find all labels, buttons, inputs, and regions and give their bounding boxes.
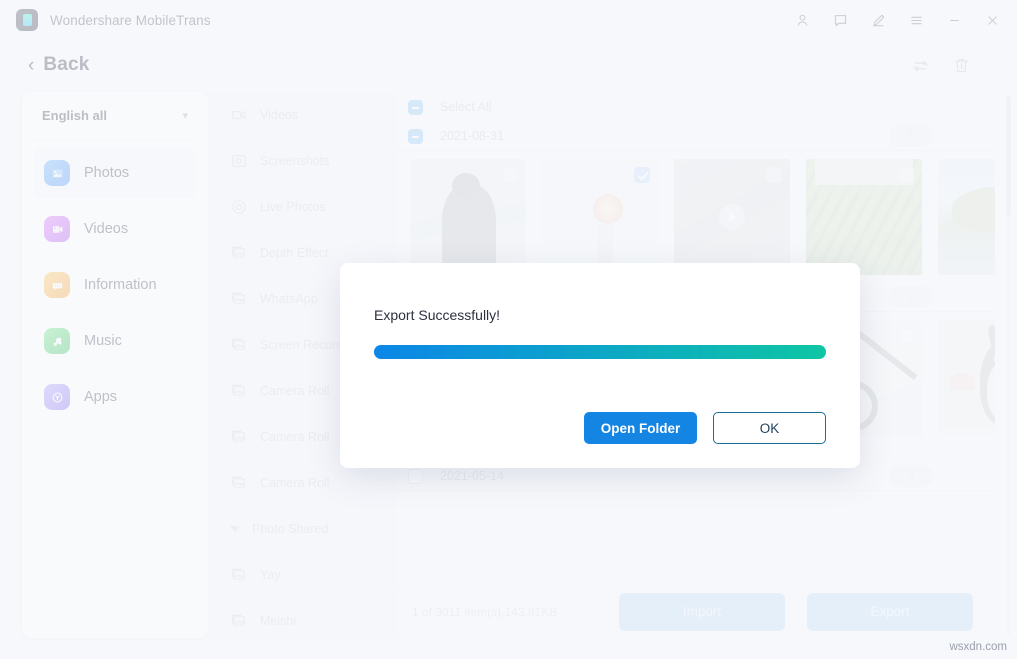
app-window: Wondershare MobileTrans xyxy=(0,0,1017,659)
dialog-title: Export Successfully! xyxy=(374,307,826,323)
dialog-actions: Open Folder OK xyxy=(584,412,826,444)
export-progress-bar xyxy=(374,345,826,359)
export-success-dialog: Export Successfully! Open Folder OK xyxy=(340,263,860,468)
watermark: wsxdn.com xyxy=(949,641,1007,653)
ok-button[interactable]: OK xyxy=(713,412,826,444)
open-folder-button[interactable]: Open Folder xyxy=(584,412,697,444)
